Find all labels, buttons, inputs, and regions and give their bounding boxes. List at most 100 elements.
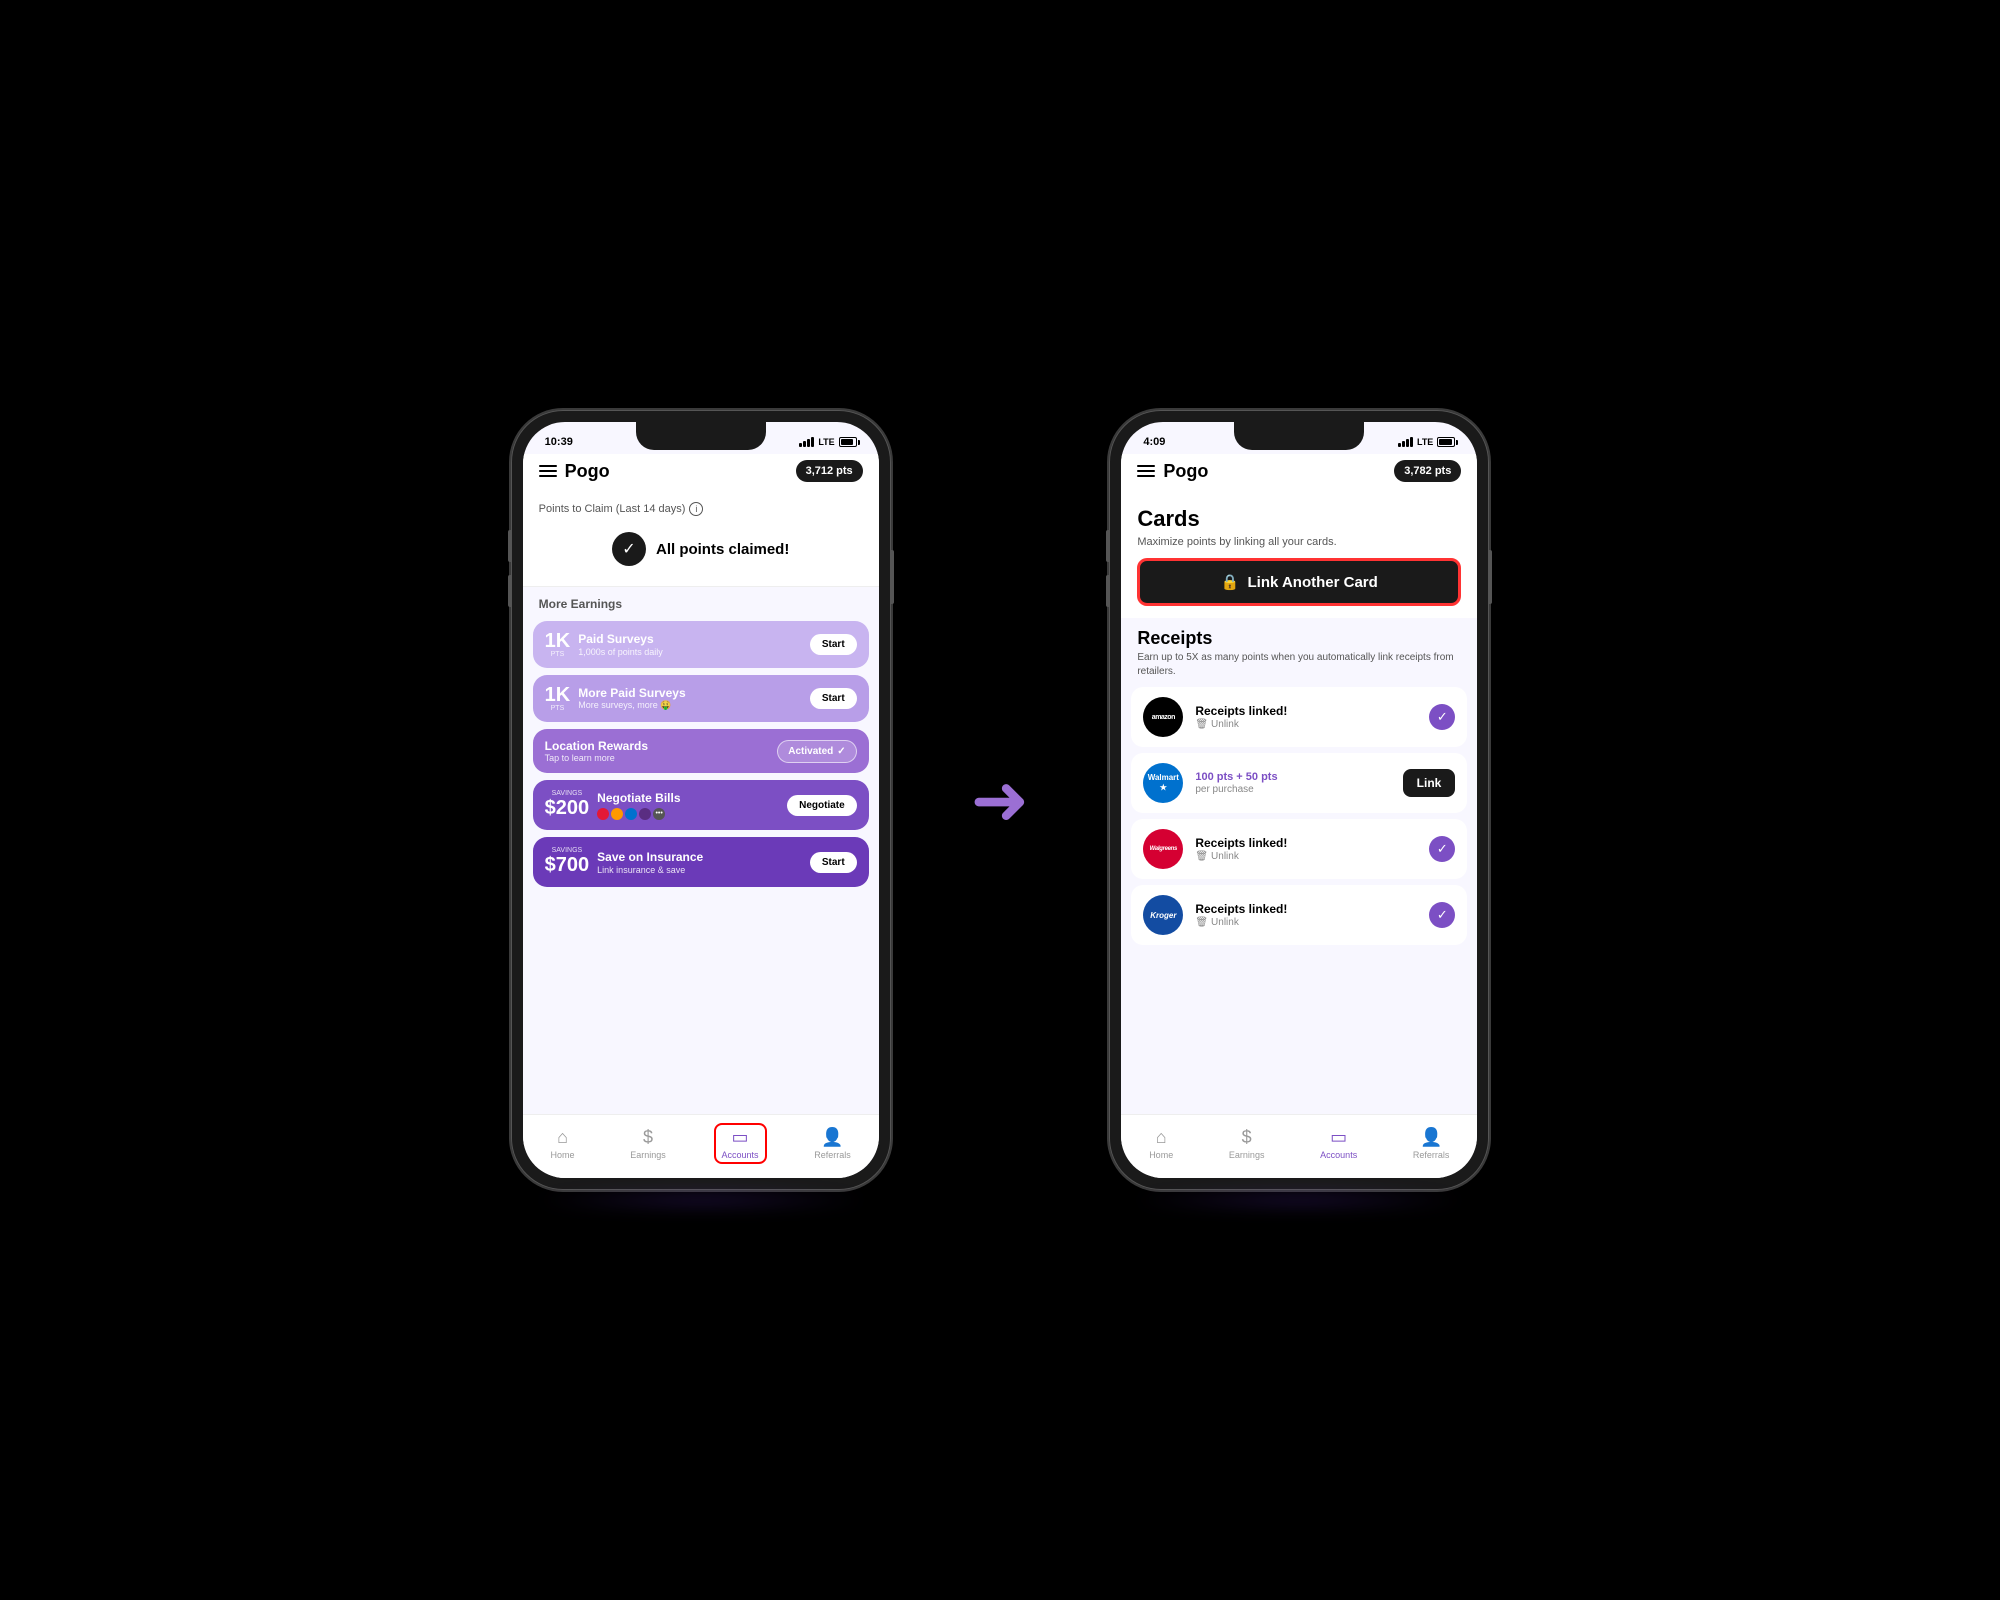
signal-icon-1 [799,437,814,447]
unlink-action[interactable]: 🗑 Unlink [1195,917,1417,928]
signal-text-2: LTE [1417,437,1433,447]
person-icon: 👤 [1420,1127,1442,1148]
nav-label: Accounts [722,1150,759,1160]
house-icon: ⌂ [557,1127,568,1148]
cards-subtitle: Maximize points by linking all your card… [1121,534,1477,558]
nav-home-2[interactable]: ⌂ Home [1141,1123,1181,1164]
nav-home-1[interactable]: ⌂ Home [543,1123,583,1164]
walgreens-logo: Walgreens [1143,829,1183,869]
activated-button[interactable]: Activated ✓ [777,740,856,763]
receipts-section: Receipts Earn up to 5X as many points wh… [1121,618,1477,1114]
screen-content-1: Points to Claim (Last 14 days) i ✓ All p… [523,492,879,1178]
nav-accounts-1[interactable]: ▭ Accounts [714,1123,767,1164]
arrow-container: ➜ [971,765,1030,835]
time-1: 10:39 [545,436,573,448]
trash-icon: 🗑 [1195,719,1208,730]
dollar-icon: $ [1242,1127,1252,1148]
earn-unit: PTS [545,705,571,712]
card-icon: ▭ [732,1127,749,1148]
bottom-nav-1: ⌂ Home $ Earnings ▭ Accounts 👤 Referrals [523,1114,879,1178]
signal-text-1: LTE [818,437,834,447]
direction-arrow: ➜ [971,765,1030,835]
unlink-action[interactable]: 🗑 Unlink [1195,851,1417,862]
list-item: amazon Receipts linked! 🗑 Unlink ✓ [1131,687,1467,747]
link-button[interactable]: Link [1403,769,1456,797]
time-2: 4:09 [1143,436,1165,448]
cards-section: Cards Maximize points by linking all you… [1121,492,1477,618]
nav-earnings-1[interactable]: $ Earnings [622,1123,674,1164]
card-icon: ▭ [1330,1127,1347,1148]
pts-badge-1: 3,712 pts [796,460,863,482]
earn-unit: PTS [545,651,571,658]
person-icon: 👤 [821,1127,843,1148]
negotiate-button[interactable]: Negotiate [787,795,857,816]
list-item: Walmart★ 100 pts + 50 pts per purchase L… [1131,753,1467,813]
unlink-action[interactable]: 🗑 Unlink [1195,719,1417,730]
trash-icon: 🗑 [1195,917,1208,928]
cards-title: Cards [1121,492,1477,534]
signal-icon-2 [1398,437,1413,447]
check-icon: ✓ [612,532,646,566]
logo-text-1: Pogo [565,461,610,482]
earn-sub: Link insurance & save [597,865,810,875]
nav-accounts-2[interactable]: ▭ Accounts [1312,1123,1365,1164]
list-item: Location Rewards Tap to learn more Activ… [533,729,869,773]
list-item: Kroger Receipts linked! 🗑 Unlink ✓ [1131,885,1467,945]
nav-label: Earnings [1229,1150,1265,1160]
app-header-2: Pogo 3,782 pts [1121,454,1477,492]
start-button[interactable]: Start [810,852,857,873]
linked-check-icon: ✓ [1429,902,1455,928]
dollar-icon: $ [643,1127,653,1148]
per-purchase: per purchase [1195,784,1390,795]
earn-sub: 1,000s of points daily [578,647,810,657]
receipts-title: Receipts [1131,618,1467,651]
start-button[interactable]: Start [810,634,857,655]
screen-content-2: Cards Maximize points by linking all you… [1121,492,1477,1178]
nav-label: Earnings [630,1150,666,1160]
receipt-status: Receipts linked! [1195,836,1417,850]
info-icon: i [689,502,703,516]
points-section: Points to Claim (Last 14 days) i ✓ All p… [523,492,879,587]
all-claimed-text: All points claimed! [656,541,789,558]
phone-1: 10:39 LTE [511,410,891,1190]
earn-sub: More surveys, more 🤑 [578,700,810,711]
receipt-status: Receipts linked! [1195,704,1417,718]
hamburger-menu-2[interactable] [1137,465,1155,477]
trash-icon: 🗑 [1195,851,1208,862]
earn-amount: 1K [545,631,571,651]
nav-label: Referrals [1413,1150,1450,1160]
start-button[interactable]: Start [810,688,857,709]
list-item: 1K PTS Paid Surveys 1,000s of points dai… [533,621,869,668]
battery-icon-2 [1437,437,1455,447]
phone-2: 4:09 LTE [1109,410,1489,1190]
logo-text-2: Pogo [1163,461,1208,482]
nav-earnings-2[interactable]: $ Earnings [1221,1123,1273,1164]
nav-referrals-2[interactable]: 👤 Referrals [1405,1123,1458,1164]
earn-amount: $200 [545,797,590,820]
house-icon: ⌂ [1156,1127,1167,1148]
earn-amount: 1K [545,685,571,705]
bottom-nav-2: ⌂ Home $ Earnings ▭ Accounts 👤 Referrals [1121,1114,1477,1178]
hamburger-menu-1[interactable] [539,465,557,477]
list-item: Walgreens Receipts linked! 🗑 Unlink ✓ [1131,819,1467,879]
link-another-card-button[interactable]: 🔒 Link Another Card [1137,558,1461,606]
nav-label: Accounts [1320,1150,1357,1160]
nav-label: Home [551,1150,575,1160]
battery-icon-1 [839,437,857,447]
list-item: SAVINGS $700 Save on Insurance Link insu… [533,837,869,887]
earn-title: Save on Insurance [597,850,810,864]
receipt-pts: 100 pts + 50 pts [1195,771,1390,783]
earn-title: Paid Surveys [578,632,810,646]
linked-check-icon: ✓ [1429,836,1455,862]
earn-title: Negotiate Bills [597,791,787,805]
all-claimed: ✓ All points claimed! [539,524,863,574]
pts-badge-2: 3,782 pts [1394,460,1461,482]
earnings-list: 1K PTS Paid Surveys 1,000s of points dai… [523,617,879,1114]
walmart-logo: Walmart★ [1143,763,1183,803]
nav-referrals-1[interactable]: 👤 Referrals [806,1123,859,1164]
scene: 10:39 LTE [0,0,2000,1600]
link-card-wrap: 🔒 Link Another Card [1121,558,1477,618]
receipt-status: Receipts linked! [1195,902,1417,916]
receipts-subtitle: Earn up to 5X as many points when you au… [1131,651,1467,687]
nav-label: Referrals [814,1150,851,1160]
